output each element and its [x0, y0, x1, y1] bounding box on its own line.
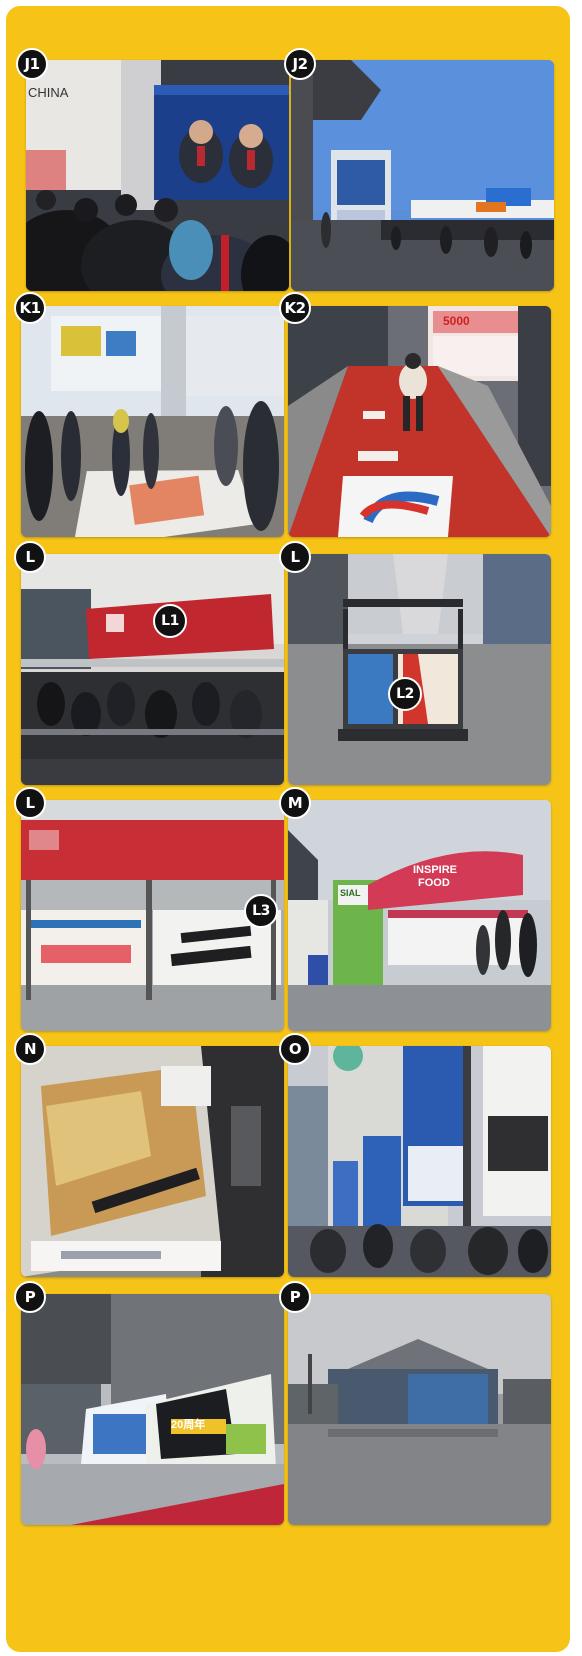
m-banner-line2: FOOD: [418, 877, 450, 889]
k2-sign-text: 5000: [443, 314, 470, 328]
photo-inner-label-badge: L2: [388, 677, 422, 711]
photo-l1-image: [21, 554, 284, 785]
photo-n: [21, 1046, 284, 1277]
photo-inner-label-badge: L3: [244, 894, 278, 928]
photo-o-image: [288, 1046, 551, 1277]
photo-p2: [288, 1294, 551, 1525]
photo-label-badge: P: [279, 1281, 311, 1313]
photo-l2-image: [288, 554, 551, 785]
photo-n-image: [21, 1046, 284, 1277]
photo-label-badge: L: [14, 787, 46, 819]
photo-l1: L1: [21, 554, 284, 785]
photo-p1-image: [21, 1294, 284, 1525]
photo-p1: 20周年: [21, 1294, 284, 1525]
photo-k1-image: [21, 306, 284, 537]
photo-m: SIAL INSPIRE FOOD: [288, 800, 551, 1031]
photo-l2: L2: [288, 554, 551, 785]
photo-label-badge: O: [279, 1033, 311, 1065]
photo-m-image: [288, 800, 551, 1031]
photo-label-badge: M: [279, 787, 311, 819]
m-banner-line1: INSPIRE: [413, 864, 458, 876]
m-sign-text: SIAL: [340, 888, 361, 898]
photo-k2-image: [288, 306, 551, 537]
photo-label-badge: K1: [14, 292, 46, 324]
photo-o: [288, 1046, 551, 1277]
photo-label-badge: J1: [16, 48, 48, 80]
photo-j2-image: [291, 60, 554, 291]
photo-j2: [291, 60, 554, 291]
photo-k1: [21, 306, 284, 537]
j1-sign-text: CHINA: [28, 85, 69, 100]
photo-j1: CHINA: [26, 60, 289, 291]
photo-l3: L3: [21, 800, 284, 1031]
photo-p2-image: [288, 1294, 551, 1525]
photo-label-badge: L: [14, 541, 46, 573]
photo-inner-label-badge: L1: [153, 604, 187, 638]
p1-sign-text: 20周年: [171, 1419, 206, 1431]
photo-label-badge: N: [14, 1033, 46, 1065]
photo-label-badge: K2: [279, 292, 311, 324]
photo-label-badge: L: [279, 541, 311, 573]
photo-k2: 5000: [288, 306, 551, 537]
photo-label-badge: P: [14, 1281, 46, 1313]
photo-label-badge: J2: [284, 48, 316, 80]
